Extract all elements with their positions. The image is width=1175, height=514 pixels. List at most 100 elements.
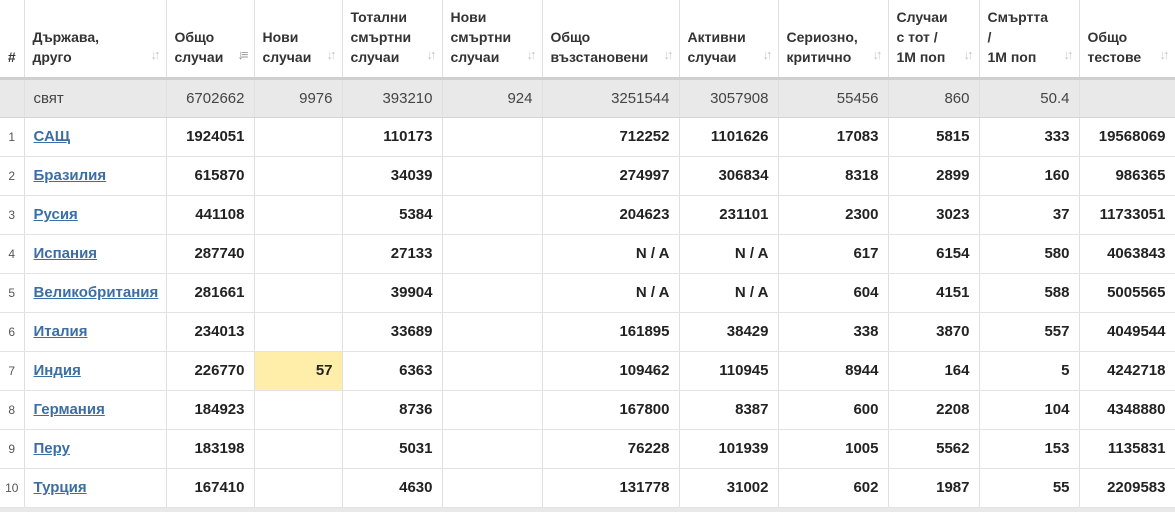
total-cases-cell: 226770: [166, 351, 255, 391]
sort-arrows-icon[interactable]: ↓↑: [763, 45, 773, 65]
country-cell: Италия: [24, 312, 167, 352]
total-tests-cell: 986365: [1079, 156, 1175, 196]
country-cell: Индия: [24, 351, 167, 391]
active-cases-cell: 231101: [679, 195, 779, 235]
country-link[interactable]: Индия: [34, 362, 81, 379]
country-cell: Перу: [24, 429, 167, 469]
total-deaths-cell: 39904: [342, 273, 443, 313]
active-cases-cell: 101939: [679, 429, 779, 469]
total-recovered-cell: 109462: [542, 351, 680, 391]
header-total-tests[interactable]: Общо тестове ↓↑: [1079, 0, 1175, 80]
table-row: 4 Испания 287740 27133 N / AN / A 617 6154 580 4…: [0, 234, 1175, 274]
serious-critical-cell: 338: [778, 312, 889, 352]
sort-arrows-icon[interactable]: ↓↑: [964, 45, 974, 65]
serious-critical-cell: 8944: [778, 351, 889, 391]
sort-arrows-icon[interactable]: ↓↑: [664, 45, 674, 65]
world-total-tests: [1079, 78, 1175, 118]
cases-per-1m-cell: 3870: [888, 312, 980, 352]
world-total-deaths: 393210: [342, 78, 443, 118]
header-new-cases[interactable]: Нови случаи ↓↑: [254, 0, 343, 80]
total-deaths-cell: 5031: [342, 429, 443, 469]
new-deaths-cell: [442, 117, 543, 157]
new-cases-cell: [254, 234, 343, 274]
country-link[interactable]: Германия: [34, 401, 105, 418]
new-cases-cell: [254, 468, 343, 508]
new-cases-cell: [254, 312, 343, 352]
country-cell: Бразилия: [24, 156, 167, 196]
country-link[interactable]: Турция: [34, 479, 87, 496]
row-index: 7: [0, 351, 25, 391]
new-cases-cell: [254, 156, 343, 196]
deaths-per-1m-cell: 153: [979, 429, 1080, 469]
world-new-cases: 9976: [254, 78, 343, 118]
cases-per-1m-cell: 5562: [888, 429, 980, 469]
total-cases-cell: 167410: [166, 468, 255, 508]
new-cases-cell: [254, 195, 343, 235]
header-total-deaths[interactable]: Тотални смъртни случаи ↓↑: [342, 0, 443, 80]
table-row: 9 Перу 183198 5031 76228 101939 1005 5562 153 113…: [0, 429, 1175, 469]
new-deaths-cell: [442, 273, 543, 313]
total-deaths-cell: 8736: [342, 390, 443, 430]
total-deaths-cell: 5384: [342, 195, 443, 235]
new-deaths-cell: [442, 312, 543, 352]
country-link[interactable]: Италия: [34, 323, 88, 340]
sort-desc-icon[interactable]: ↓≡: [237, 45, 248, 65]
total-recovered-cell: 204623: [542, 195, 680, 235]
total-deaths-cell: 110173: [342, 117, 443, 157]
header-total-cases[interactable]: Общо случаи ↓≡: [166, 0, 255, 80]
cases-per-1m-cell: 4151: [888, 273, 980, 313]
table-row: 1 САЩ 1924051 110173 712252 1101626 17083 5815 3…: [0, 117, 1175, 157]
country-link[interactable]: Испания: [34, 245, 98, 262]
deaths-per-1m-cell: 37: [979, 195, 1080, 235]
header-cases-per-1m[interactable]: Случаи с тот / 1M поп ↓↑: [888, 0, 980, 80]
total-tests-cell: 2209583: [1079, 468, 1175, 508]
country-link[interactable]: САЩ: [34, 128, 71, 145]
header-serious-critical[interactable]: Сериозно, критично ↓↑: [778, 0, 889, 80]
row-index: 8: [0, 390, 25, 430]
total-recovered-cell: 131778: [542, 468, 680, 508]
header-new-deaths[interactable]: Нови смъртни случаи ↓↑: [442, 0, 543, 80]
header-active-cases[interactable]: Активни случаи ↓↑: [679, 0, 779, 80]
sort-arrows-icon[interactable]: ↓↑: [427, 45, 437, 65]
active-cases-cell: 38429: [679, 312, 779, 352]
total-tests-cell: 19568069: [1079, 117, 1175, 157]
total-tests-cell: 4049544: [1079, 312, 1175, 352]
serious-critical-cell: 17083: [778, 117, 889, 157]
active-cases-cell: 31002: [679, 468, 779, 508]
world-new-deaths: 924: [442, 78, 543, 118]
header-country[interactable]: Държава, друго ↓↑: [24, 0, 167, 80]
new-deaths-cell: [442, 429, 543, 469]
sort-arrows-icon[interactable]: ↓↑: [1064, 45, 1074, 65]
table-row: 5 Великобритания 281661 39904 N / AN / A 604 4…: [0, 273, 1175, 313]
new-cases-cell: [254, 117, 343, 157]
sort-arrows-icon[interactable]: ↓↑: [327, 45, 337, 65]
country-link[interactable]: Русия: [34, 206, 78, 223]
deaths-per-1m-cell: 5: [979, 351, 1080, 391]
cases-per-1m-cell: 2208: [888, 390, 980, 430]
total-cases-cell: 184923: [166, 390, 255, 430]
sort-arrows-icon[interactable]: ↓↑: [527, 45, 537, 65]
serious-critical-cell: 1005: [778, 429, 889, 469]
country-link[interactable]: Великобритания: [34, 284, 159, 301]
total-cases-cell: 1924051: [166, 117, 255, 157]
new-deaths-cell: [442, 195, 543, 235]
sort-arrows-icon[interactable]: ↓↑: [151, 45, 161, 65]
sort-arrows-icon[interactable]: ↓↑: [1160, 45, 1170, 65]
total-deaths-cell: 33689: [342, 312, 443, 352]
new-cases-cell: 57: [254, 351, 343, 391]
active-cases-cell: N / A: [679, 234, 779, 274]
total-recovered-cell: 161895: [542, 312, 680, 352]
active-cases-cell: N / A: [679, 273, 779, 313]
header-total-recovered[interactable]: Общо възстановени ↓↑: [542, 0, 680, 80]
total-tests-cell: 4242718: [1079, 351, 1175, 391]
header-deaths-per-1m[interactable]: Смъртта / 1M поп ↓↑: [979, 0, 1080, 80]
world-label: свят: [24, 78, 167, 118]
sort-arrows-icon[interactable]: ↓↑: [873, 45, 883, 65]
country-link[interactable]: Бразилия: [34, 167, 107, 184]
total-recovered-cell: N / A: [542, 234, 680, 274]
new-deaths-cell: [442, 390, 543, 430]
deaths-per-1m-cell: 588: [979, 273, 1080, 313]
country-link[interactable]: Перу: [34, 440, 70, 457]
cases-per-1m-cell: 2899: [888, 156, 980, 196]
cases-per-1m-cell: 6154: [888, 234, 980, 274]
